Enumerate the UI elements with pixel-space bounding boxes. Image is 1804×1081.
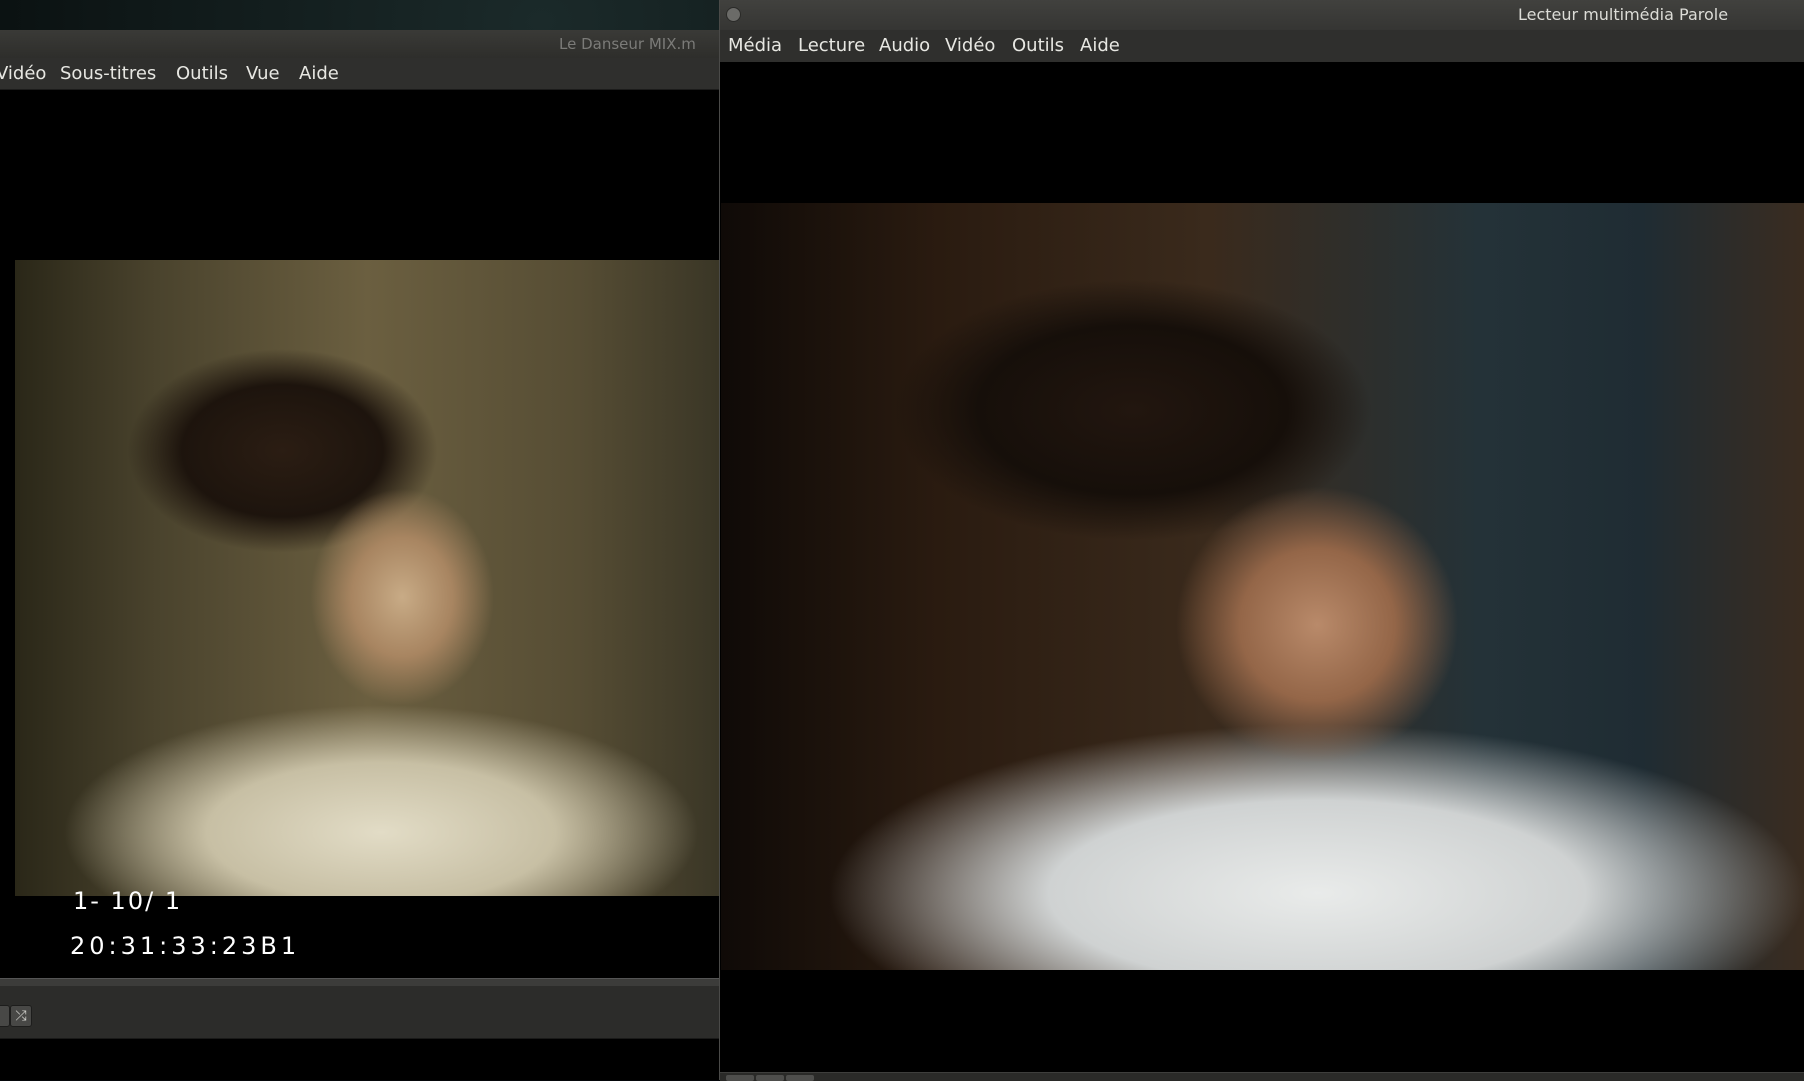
- shuffle-button[interactable]: ⤮: [10, 1005, 32, 1027]
- parole-window: Lecteur multimédia Parole Média Lecture …: [719, 0, 1804, 1081]
- menu-aide[interactable]: Aide: [1080, 35, 1120, 56]
- video-frame: [721, 203, 1804, 970]
- shuffle-icon: ⤮: [15, 1008, 27, 1024]
- video-display[interactable]: [720, 62, 1804, 1072]
- control-button[interactable]: [756, 1075, 784, 1081]
- control-button[interactable]: [0, 1005, 10, 1027]
- menu-outils[interactable]: Outils: [1012, 35, 1064, 56]
- controls-bar: ⤮: [0, 986, 719, 1039]
- menu-lecture[interactable]: Lecture: [798, 35, 865, 56]
- menu-sous-titres[interactable]: Sous-titres: [60, 63, 156, 84]
- menu-outils[interactable]: Outils: [176, 63, 228, 84]
- vlc-window-title: Le Danseur MIX.m: [559, 35, 696, 53]
- menu-aide[interactable]: Aide: [299, 63, 339, 84]
- video-frame: [15, 260, 719, 896]
- close-icon[interactable]: [726, 7, 741, 22]
- clip-index-overlay: 1- 10/ 1: [73, 887, 183, 915]
- vlc-menubar: Vidéo Sous-titres Outils Vue Aide: [0, 58, 719, 90]
- timecode-overlay: 20:31:33:23B1: [70, 932, 301, 960]
- parole-menubar: Média Lecture Audio Vidéo Outils Aide: [720, 30, 1804, 62]
- control-button[interactable]: [786, 1075, 814, 1081]
- video-display[interactable]: [0, 90, 719, 978]
- parole-window-title: Lecteur multimédia Parole: [1518, 5, 1729, 24]
- parole-titlebar[interactable]: Lecteur multimédia Parole: [720, 0, 1804, 30]
- control-button[interactable]: [726, 1075, 754, 1081]
- menu-video[interactable]: Vidéo: [0, 63, 46, 84]
- menu-video[interactable]: Vidéo: [945, 35, 995, 56]
- menu-vue[interactable]: Vue: [246, 63, 280, 84]
- menu-audio[interactable]: Audio: [879, 35, 930, 56]
- vlc-window: Le Danseur MIX.m Vidéo Sous-titres Outil…: [0, 30, 719, 1080]
- vlc-titlebar[interactable]: Le Danseur MIX.m: [0, 30, 719, 58]
- menu-media[interactable]: Média: [728, 35, 782, 56]
